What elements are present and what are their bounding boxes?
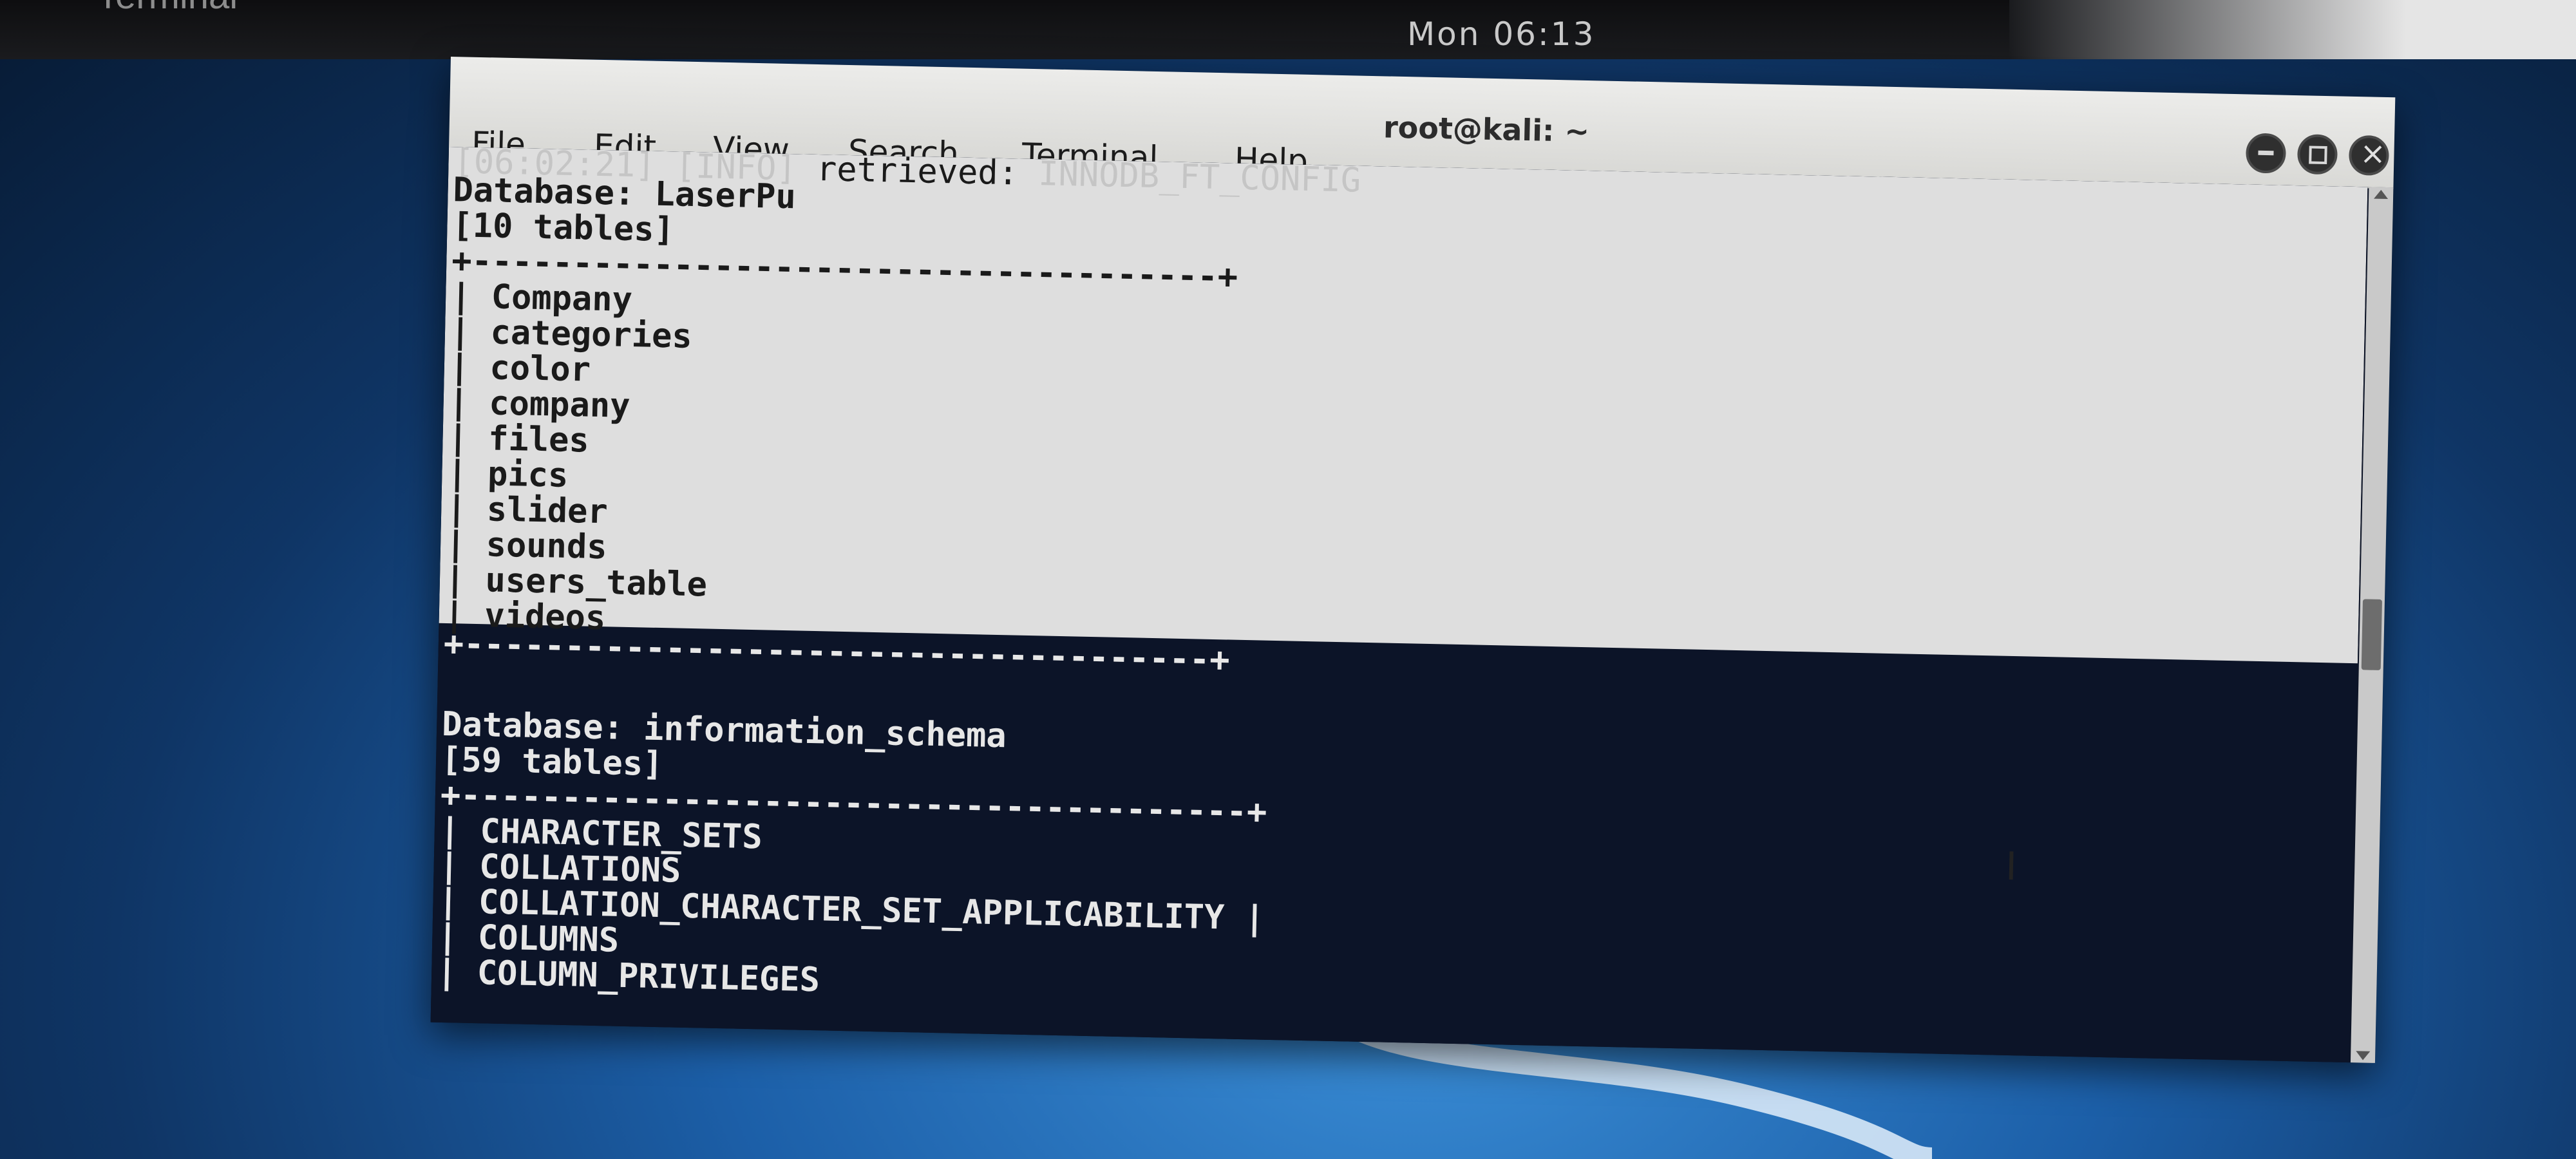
terminal-output[interactable]: [06:02:21] [INFO] retrieved: INNODB_FT_C… xyxy=(430,146,2368,1063)
window-title: root@kali: ~ xyxy=(1383,109,1590,149)
clock[interactable]: Mon 06:13 xyxy=(1407,15,1595,53)
table-row: | color xyxy=(449,348,591,390)
table-name: files xyxy=(488,419,590,460)
table-row: | company xyxy=(448,383,631,426)
table-row: | COLUMNS xyxy=(437,917,620,960)
minimize-icon[interactable] xyxy=(2245,133,2287,174)
table-row: | COLUMN_PRIVILEGES xyxy=(436,952,820,1000)
table-name: slider xyxy=(486,490,609,532)
table-name: COLUMN_PRIVILEGES xyxy=(477,954,820,1000)
scrollbar-thumb[interactable] xyxy=(2361,599,2383,670)
table-row: | files xyxy=(447,419,590,460)
close-icon[interactable] xyxy=(2348,135,2390,176)
table-name: color xyxy=(489,348,591,390)
table-name: sounds xyxy=(486,525,608,567)
top-bar-right-area xyxy=(2009,0,2576,59)
table-row: | Company xyxy=(450,277,633,319)
selected-output-block xyxy=(439,146,2368,664)
table-row: | slider xyxy=(446,489,609,532)
maximize-icon[interactable] xyxy=(2297,134,2338,175)
desktop-top-bar: Terminal Mon 06:13 xyxy=(0,0,2576,59)
table-row: | pics xyxy=(446,454,569,495)
table-row: | sounds xyxy=(445,525,608,567)
table-name: pics xyxy=(487,455,569,495)
text-cursor-icon: I xyxy=(2005,843,2018,890)
scroll-down-icon[interactable] xyxy=(2356,1051,2371,1060)
scroll-up-icon[interactable] xyxy=(2374,189,2389,200)
taskbar-app-label[interactable]: Terminal xyxy=(97,0,238,17)
terminal-window: root@kali: ~ File Edit View Search Termi… xyxy=(430,57,2396,1063)
